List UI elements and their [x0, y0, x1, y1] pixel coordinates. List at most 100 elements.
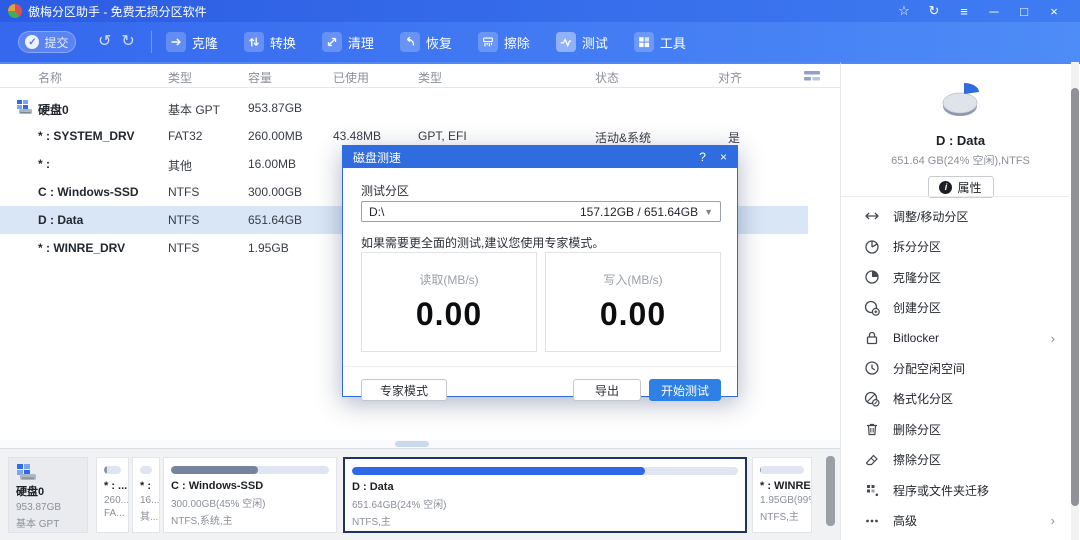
horizontal-scrollbar-thumb[interactable] — [395, 441, 429, 447]
eraser-icon — [863, 452, 881, 468]
menu-icon[interactable]: ≡ — [956, 4, 972, 19]
test-icon — [556, 32, 576, 52]
menu-item-split[interactable]: 拆分分区 — [841, 231, 1069, 261]
operations-menu: 调整/移动分区 拆分分区 克隆分区 创建分区 Bitlocker › 分配 — [841, 196, 1069, 540]
column-header-used[interactable]: 已使用 — [333, 69, 369, 86]
column-settings-icon[interactable] — [802, 68, 824, 84]
column-header-type[interactable]: 类型 — [418, 69, 442, 86]
menu-item-clone[interactable]: 克隆分区 — [841, 262, 1069, 292]
sidebar-scrollbar-thumb[interactable] — [1071, 88, 1079, 506]
partition-select[interactable]: D:\ 157.12GB / 651.64GB ▼ — [361, 201, 721, 222]
menu-item-delete[interactable]: 删除分区 — [841, 414, 1069, 444]
app-mover-icon — [863, 482, 881, 498]
menu-item-bitlocker[interactable]: Bitlocker › — [841, 323, 1069, 353]
partition-card-system[interactable]: * : ... 260... FA... — [96, 457, 129, 533]
clone-partition-icon — [863, 269, 881, 285]
submit-button[interactable]: ✓ 提交 — [18, 31, 76, 53]
disk0-card[interactable]: 硬盘0 953.87GB 基本 GPT — [8, 457, 88, 533]
toolbar-clone-button[interactable]: 克隆 — [166, 32, 218, 52]
create-partition-icon — [863, 300, 881, 316]
export-button[interactable]: 导出 — [573, 379, 641, 401]
dialog-footer: 专家模式 导出 开始测试 — [343, 366, 737, 418]
clean-icon — [322, 32, 342, 52]
sidebar-scrollbar[interactable] — [1071, 62, 1079, 540]
toolbar-tools-button[interactable]: 工具 — [634, 32, 686, 52]
start-test-button[interactable]: 开始测试 — [649, 379, 721, 401]
clone-icon — [166, 32, 186, 52]
write-speed-label: 写入(MB/s) — [546, 271, 720, 288]
minimize-button[interactable]: ─ — [986, 4, 1002, 19]
toolbar-wipe-button[interactable]: 擦除 — [478, 32, 530, 52]
recover-icon — [400, 32, 420, 52]
menu-item-allocate-free-space[interactable]: 分配空闲空间 — [841, 353, 1069, 383]
help-icon[interactable]: ? — [699, 150, 706, 164]
wipe-icon — [478, 32, 498, 52]
write-speed-value: 0.00 — [546, 296, 720, 333]
advanced-more-icon — [863, 513, 881, 529]
selected-partition-name: D : Data — [841, 133, 1080, 148]
chevron-right-icon: › — [1051, 331, 1055, 346]
usage-bar — [352, 467, 738, 475]
chevron-down-icon: ▼ — [704, 207, 713, 217]
toolbar-divider — [151, 31, 152, 53]
sync-icon[interactable]: ↻ — [926, 3, 942, 19]
trash-icon — [863, 421, 881, 437]
partition-card-d-drive[interactable]: D : Data 651.64GB(24% 空闲) NTFS,主 — [343, 457, 747, 533]
column-header-status[interactable]: 状态 — [595, 69, 619, 86]
pie-chart-icon — [935, 78, 987, 122]
usage-bar — [171, 466, 329, 474]
dialog-title: 磁盘测速 — [353, 149, 401, 166]
write-speed-panel: 写入(MB/s) 0.00 — [545, 252, 721, 352]
split-partition-icon — [863, 239, 881, 255]
column-header-aligned[interactable]: 对齐 — [718, 69, 742, 86]
close-button[interactable]: × — [1046, 4, 1062, 19]
disk-speed-test-dialog: 磁盘测速 ? × 测试分区 D:\ 157.12GB / 651.64GB ▼ … — [342, 145, 738, 397]
maximize-button[interactable]: □ — [1016, 4, 1032, 19]
info-icon: i — [939, 181, 952, 194]
dialog-close-icon[interactable]: × — [720, 150, 727, 164]
hard-disk-icon — [16, 99, 34, 115]
column-header-fs[interactable]: 类型 — [168, 69, 192, 86]
undo-icon[interactable]: ↺ — [98, 34, 111, 50]
menu-item-advanced[interactable]: 高级 › — [841, 506, 1069, 536]
horizontal-scrollbar[interactable] — [0, 440, 840, 448]
toolbar-recover-button[interactable]: 恢复 — [400, 32, 452, 52]
properties-button[interactable]: i 属性 — [928, 176, 994, 198]
partition-card-reserved[interactable]: * : 16.... 其... — [132, 457, 160, 533]
toolbar-clean-button[interactable]: 清理 — [322, 32, 374, 52]
window-title: 傲梅分区助手 - 免费无损分区软件 — [28, 3, 207, 20]
partition-card-winre[interactable]: * : WINRE_... 1.95GB(99%... NTFS,主 — [752, 457, 812, 533]
toolbar: ✓ 提交 ↺ ↻ 克隆 转换 — [0, 22, 1080, 62]
read-speed-panel: 读取(MB/s) 0.00 — [361, 252, 537, 352]
right-sidebar: D : Data 651.64 GB(24% 空闲),NTFS i 属性 调整/… — [840, 62, 1080, 540]
expert-mode-hint: 如果需要更全面的测试,建议您使用专家模式。 — [361, 234, 604, 251]
redo-icon[interactable]: ↻ — [121, 34, 134, 50]
menu-item-wipe[interactable]: 擦除分区 — [841, 445, 1069, 475]
usage-bar — [760, 466, 804, 474]
toolbar-convert-button[interactable]: 转换 — [244, 32, 296, 52]
dialog-titlebar: 磁盘测速 ? × — [343, 146, 737, 168]
checkmark-icon: ✓ — [25, 35, 39, 49]
app-window: 傲梅分区助手 - 免费无损分区软件 ☆ ↻ ≡ ─ □ × ✓ 提交 ↺ ↻ 克… — [0, 0, 1080, 540]
toolbar-test-button[interactable]: 测试 — [556, 32, 608, 52]
star-icon[interactable]: ☆ — [896, 3, 912, 19]
column-header-name[interactable]: 名称 — [38, 69, 62, 86]
menu-item-app-mover[interactable]: 程序或文件夹迁移 — [841, 475, 1069, 505]
menu-item-format[interactable]: 格式化分区 — [841, 384, 1069, 414]
table-row-disk0[interactable]: 硬盘0 基本 GPT 953.87GB — [0, 94, 840, 122]
read-speed-value: 0.00 — [362, 296, 536, 333]
usage-bar — [140, 466, 152, 474]
disk-overview-bar: 硬盘0 953.87GB 基本 GPT * : ... 260... FA...… — [0, 448, 840, 540]
chevron-right-icon: › — [1051, 513, 1055, 528]
menu-item-resize-move[interactable]: 调整/移动分区 — [841, 201, 1069, 231]
partition-select-size: 157.12GB / 651.64GB — [580, 205, 698, 219]
allocate-space-icon — [863, 360, 881, 376]
expert-mode-button[interactable]: 专家模式 — [361, 379, 447, 401]
partition-card-c-drive[interactable]: C : Windows-SSD 300.00GB(45% 空闲) NTFS,系统… — [163, 457, 337, 533]
column-header-capacity[interactable]: 容量 — [248, 69, 272, 86]
format-partition-icon — [863, 391, 881, 407]
usage-bar — [104, 466, 121, 474]
menu-item-create[interactable]: 创建分区 — [841, 292, 1069, 322]
partition-select-value: D:\ — [369, 205, 384, 219]
vertical-scrollbar-thumb[interactable] — [826, 456, 835, 526]
